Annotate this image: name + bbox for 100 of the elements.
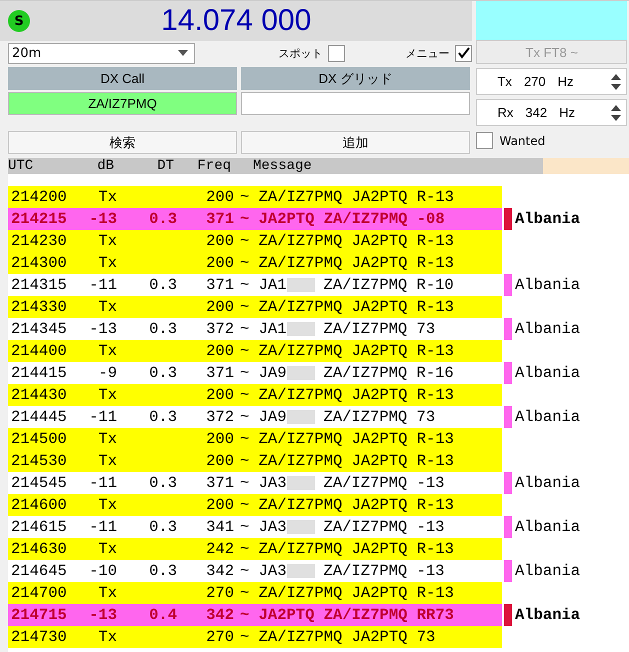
spot-checkbox[interactable] [328, 44, 346, 62]
column-header: dB [96, 158, 114, 174]
message-cell: ~ ZA/IZ7PMQ JA2PTQ R-13 [240, 584, 454, 602]
freq-cell-text: 200 [205, 298, 234, 316]
utc-cell-text: 214730 [11, 628, 68, 646]
message-row[interactable]: 214700 Tx 270 ~ ZA/IZ7PMQ JA2PTQ R-13 [8, 582, 502, 604]
message-row[interactable]: 214230 Tx 200 ~ ZA/IZ7PMQ JA2PTQ R-13 [8, 230, 502, 252]
message-row[interactable]: 214300 Tx 200 ~ ZA/IZ7PMQ JA2PTQ R-13 [8, 252, 502, 274]
message-cell: ZA/IZ7PMQ 73 [324, 320, 436, 338]
freq-cell-text: 270 [205, 584, 234, 602]
country-cell: Albania [515, 408, 580, 426]
column-header: DT [156, 158, 174, 174]
utc-cell-text: 214700 [11, 584, 68, 602]
db-cell-text: -13 [88, 320, 117, 338]
message-row[interactable]: 214200 Tx 200 ~ ZA/IZ7PMQ JA2PTQ R-13 [8, 186, 502, 208]
db-cell-text: -9 [97, 364, 117, 382]
message-cell: ~ ZA/IZ7PMQ JA2PTQ R-13 [240, 496, 454, 514]
dt-cell: 0.3 [149, 474, 177, 492]
search-button[interactable]: 検索 [8, 131, 237, 154]
column-header: Freq [196, 158, 231, 174]
message-row[interactable]: 214530 Tx 200 ~ ZA/IZ7PMQ JA2PTQ R-13 [8, 450, 502, 472]
country-cell: Albania [515, 518, 580, 536]
message-cell: ~ JA9 [240, 408, 287, 426]
utc-cell-text: 214330 [11, 298, 68, 316]
message-cell: ZA/IZ7PMQ -13 [324, 474, 444, 492]
message-row[interactable]: 214500 Tx 200 ~ ZA/IZ7PMQ JA2PTQ R-13 [8, 428, 502, 450]
utc-cell-text: 214615 [11, 518, 68, 536]
utc-cell-text: 214445 [11, 408, 68, 426]
tx-frequency-spinbox[interactable]: Tx 270 Hz [476, 68, 627, 95]
column-header: UTC [8, 158, 34, 174]
country-cell: Albania [515, 606, 580, 624]
menu-checkbox[interactable] [455, 44, 472, 62]
country-cell: Albania [515, 320, 580, 338]
utc-cell-text: 214715 [11, 606, 68, 624]
column-header: Message [252, 158, 312, 174]
db-cell-text: Tx [97, 342, 117, 360]
add-button[interactable]: 追加 [241, 131, 470, 154]
utc-cell-text: 214430 [11, 386, 68, 404]
message-cell: ~ ZA/IZ7PMQ JA2PTQ R-13 [240, 254, 454, 272]
db-cell-text: Tx [97, 298, 117, 316]
checkmark-icon [458, 47, 470, 59]
freq-cell-text: 371 [205, 474, 234, 492]
band-dropdown[interactable]: 20m [8, 42, 195, 64]
message-row[interactable]: 214330 Tx 200 ~ ZA/IZ7PMQ JA2PTQ R-13 [8, 296, 502, 318]
dropdown-caret-icon [178, 50, 188, 56]
db-cell-text: -13 [88, 606, 117, 624]
dt-cell: 0.3 [149, 562, 177, 580]
utc-cell-text: 214545 [11, 474, 68, 492]
dt-cell: 0.3 [149, 276, 177, 294]
utc-cell-text: 214300 [11, 254, 68, 272]
db-cell-text: Tx [97, 584, 117, 602]
message-cell: ~ JA1 [240, 276, 287, 294]
freq-cell-text: 200 [205, 188, 234, 206]
utc-cell-text: 214530 [11, 452, 68, 470]
message-cell: ~ ZA/IZ7PMQ JA2PTQ R-13 [240, 342, 454, 360]
country-cell: Albania [515, 364, 580, 382]
freq-cell-text: 200 [205, 430, 234, 448]
utc-cell-text: 214600 [11, 496, 68, 514]
utc-cell-text: 214400 [11, 342, 68, 360]
dx-grid-label: DX グリッド [241, 67, 470, 90]
db-cell-text: Tx [97, 628, 117, 646]
message-row[interactable]: 214430 Tx 200 ~ ZA/IZ7PMQ JA2PTQ R-13 [8, 384, 502, 406]
country-cell: Albania [515, 276, 580, 294]
message-cell: ~ JA3 [240, 474, 287, 492]
utc-cell-text: 214230 [11, 232, 68, 250]
wanted-checkbox[interactable] [476, 132, 494, 149]
freq-cell-text: 200 [205, 386, 234, 404]
message-cell: ZA/IZ7PMQ R-10 [324, 276, 454, 294]
dt-cell: 0.4 [149, 606, 177, 624]
message-cell: ~ ZA/IZ7PMQ JA2PTQ R-13 [240, 386, 454, 404]
db-cell-text: Tx [97, 232, 117, 250]
frequency-display: 14.074 000 [160, 4, 312, 38]
wanted-label: Wanted [499, 134, 546, 148]
utc-cell-text: 214630 [11, 540, 68, 558]
db-cell-text: -10 [88, 562, 117, 580]
db-cell-text: Tx [97, 430, 117, 448]
message-cell: ~ ZA/IZ7PMQ JA2PTQ 73 [240, 628, 436, 646]
dt-cell: 0.3 [149, 210, 177, 228]
message-cell: ZA/IZ7PMQ -13 [324, 518, 444, 536]
dx-grid-field[interactable] [241, 92, 470, 115]
message-row[interactable]: 214600 Tx 200 ~ ZA/IZ7PMQ JA2PTQ R-13 [8, 494, 502, 516]
freq-cell-text: 342 [205, 562, 234, 580]
dx-call-field[interactable]: ZA/IZ7PMQ [8, 92, 237, 115]
db-cell-text: -11 [88, 474, 117, 492]
rx-frequency-spinbox[interactable]: Rx 342 Hz [476, 99, 627, 126]
db-cell-text: Tx [97, 386, 117, 404]
utc-cell-text: 214215 [11, 210, 68, 228]
freq-cell-text: 341 [205, 518, 234, 536]
country-cell: Albania [515, 562, 580, 580]
freq-cell-text: 200 [205, 496, 234, 514]
country-cell: Albania [515, 474, 580, 492]
message-row[interactable]: 214400 Tx 200 ~ ZA/IZ7PMQ JA2PTQ R-13 [8, 340, 502, 362]
db-cell-text: -11 [88, 408, 117, 426]
message-row[interactable]: 214630 Tx 242 ~ ZA/IZ7PMQ JA2PTQ R-13 [8, 538, 502, 560]
message-cell: ~ ZA/IZ7PMQ JA2PTQ R-13 [240, 430, 454, 448]
message-cell: ZA/IZ7PMQ -13 [324, 562, 444, 580]
message-row[interactable]: 214730 Tx 270 ~ ZA/IZ7PMQ JA2PTQ 73 [8, 626, 502, 648]
dt-cell: 0.3 [149, 518, 177, 536]
spot-label: スポット [278, 46, 322, 60]
message-cell: ~ ZA/IZ7PMQ JA2PTQ R-13 [240, 298, 454, 316]
